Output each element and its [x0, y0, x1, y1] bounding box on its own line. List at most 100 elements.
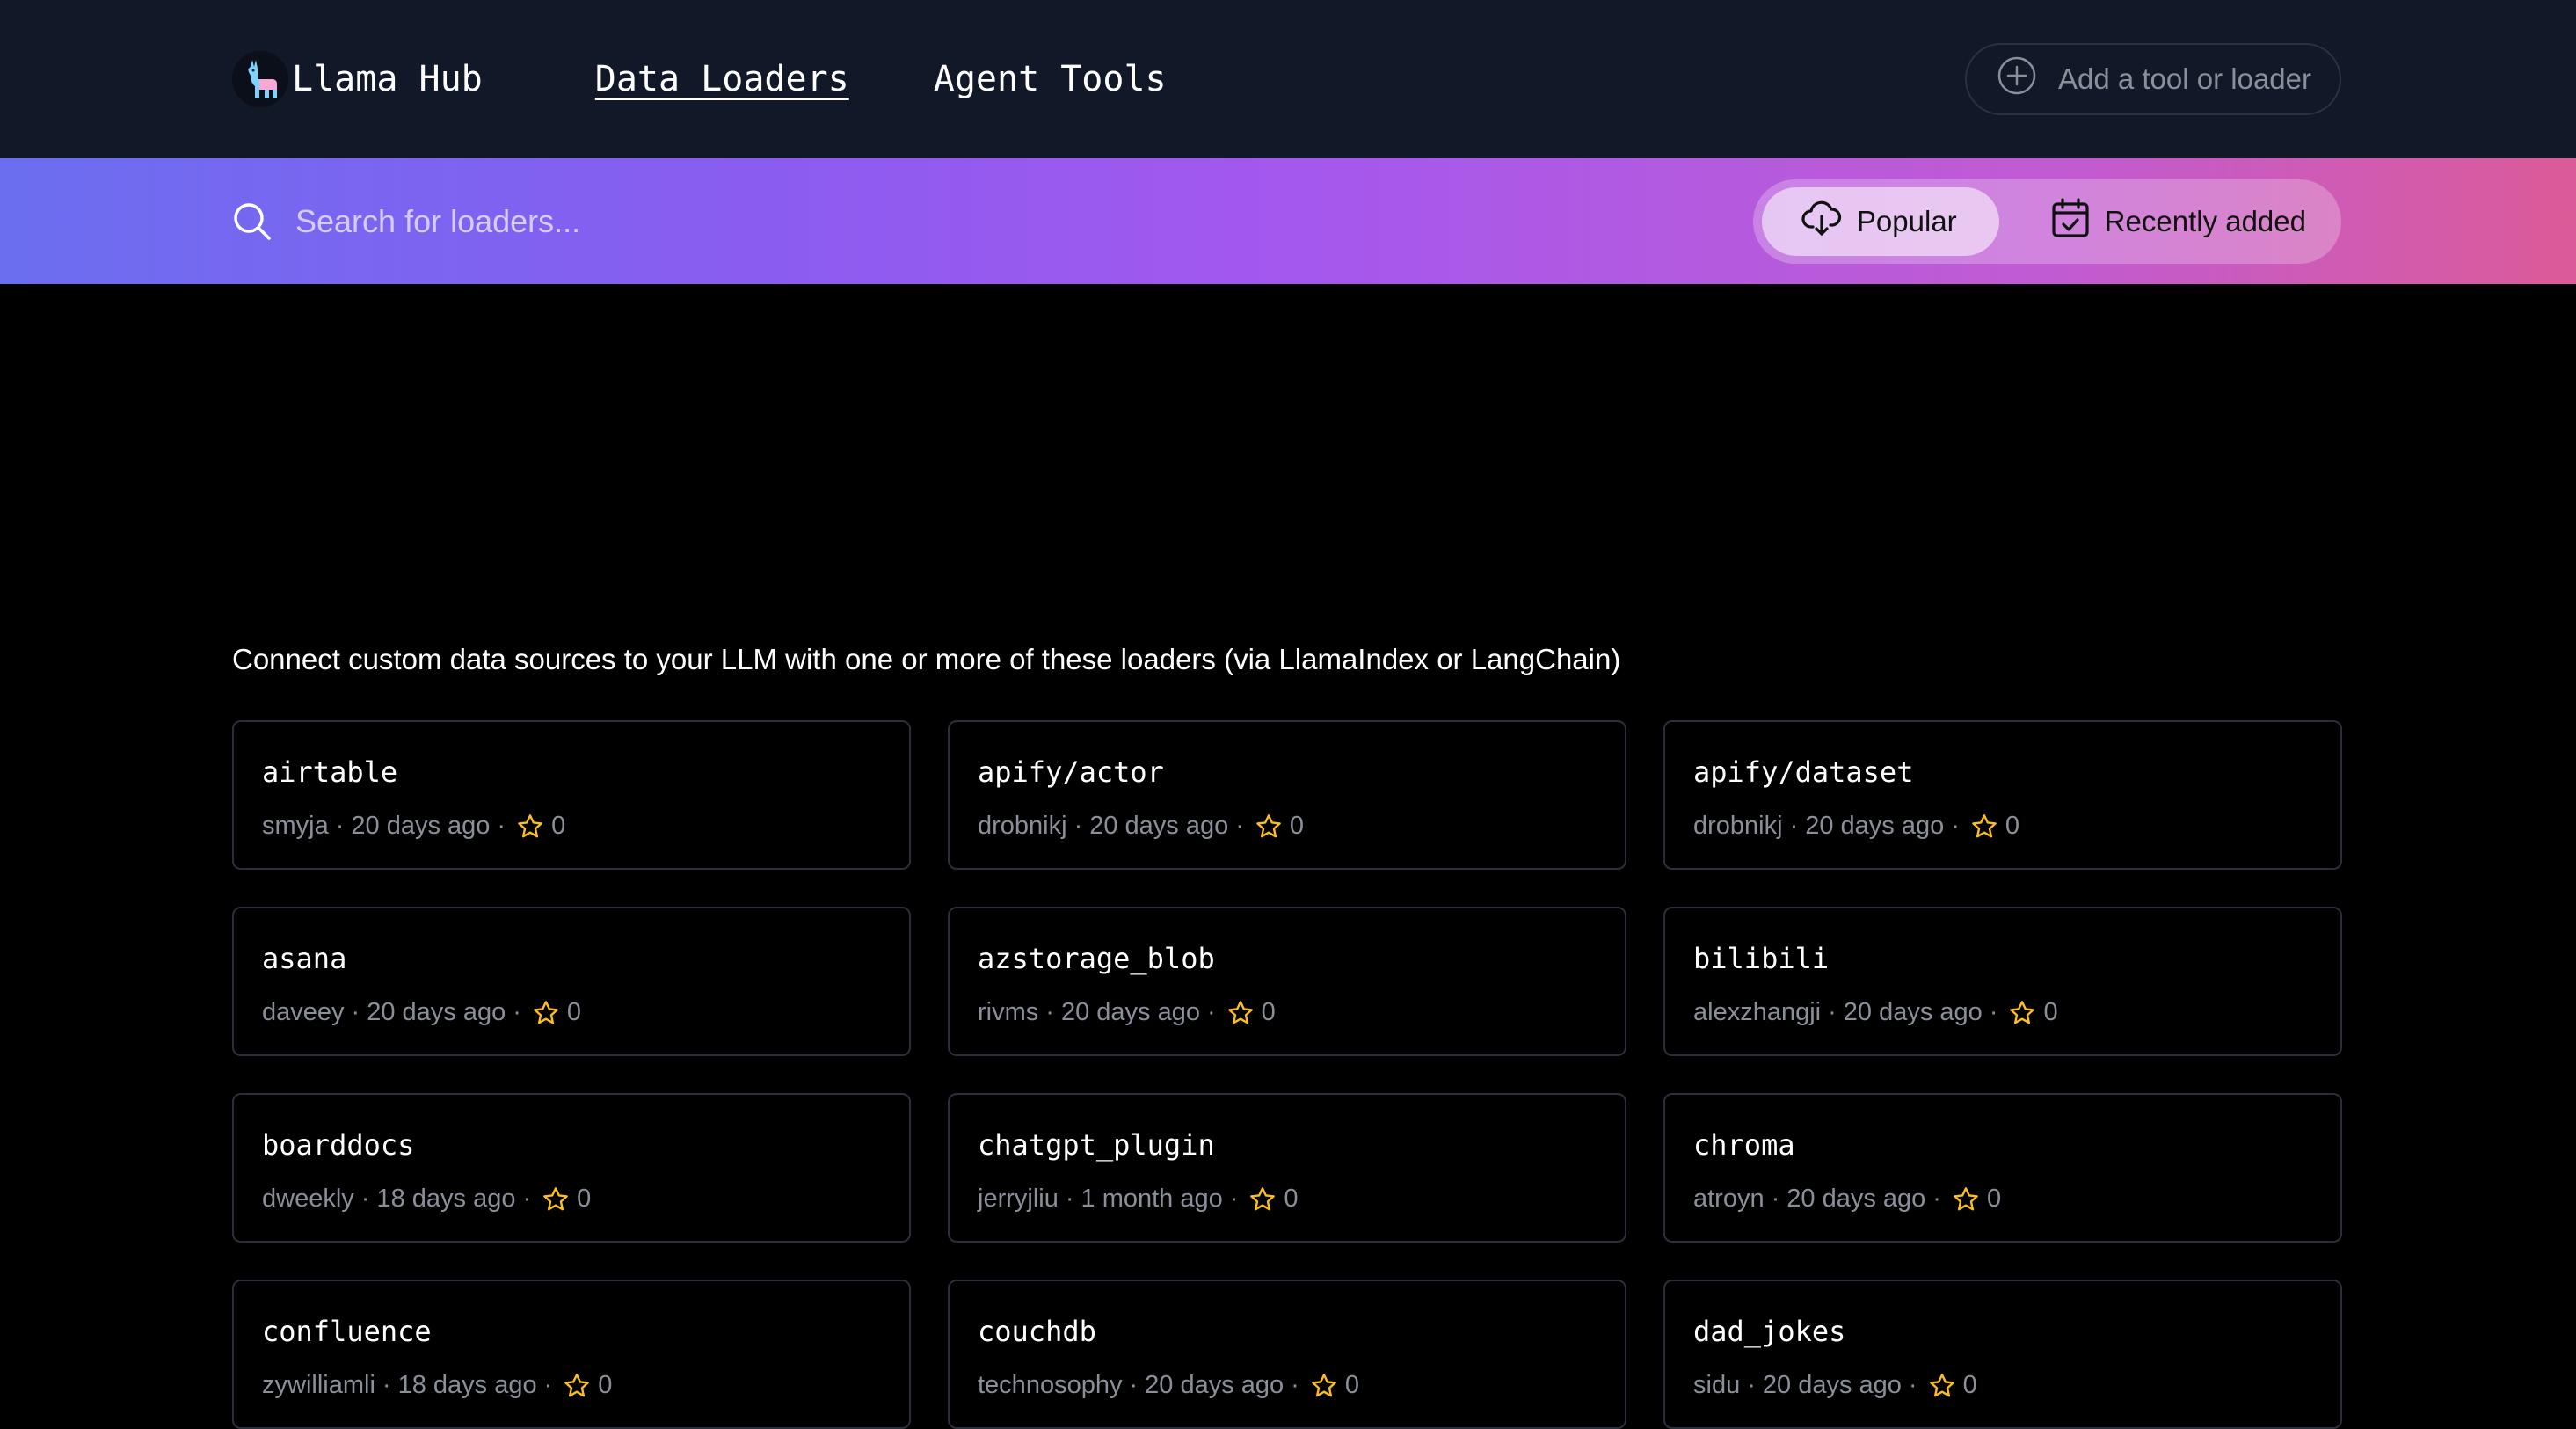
loader-name: chroma	[1693, 1128, 1795, 1162]
loader-author: jerryjliu	[978, 1185, 1059, 1213]
loader-card[interactable]: bilibili alexzhangji · 20 days ago · 0	[1663, 907, 2342, 1056]
loader-card[interactable]: confluence zywilliamli · 18 days ago · 0	[232, 1280, 911, 1429]
cloud-download-icon	[1801, 197, 1843, 246]
loader-card[interactable]: chatgpt_plugin jerryjliu · 1 month ago ·…	[948, 1093, 1626, 1243]
logo[interactable]: Llama Hub	[232, 51, 483, 107]
loader-stars: 0	[2043, 998, 2058, 1026]
meta-separator: ·	[382, 1371, 391, 1399]
star-icon	[542, 1185, 570, 1214]
loader-updated: 20 days ago	[1805, 812, 1945, 840]
loader-name: airtable	[262, 755, 398, 789]
loader-name: boarddocs	[262, 1128, 415, 1162]
nav-data-loaders[interactable]: Data Loaders	[595, 59, 849, 99]
add-tool-label: Add a tool or loader	[2057, 62, 2311, 95]
search-icon	[232, 200, 274, 243]
star-icon	[1970, 813, 1998, 841]
main-nav: Data Loaders Agent Tools	[595, 59, 1167, 99]
plus-circle-icon	[1997, 55, 2037, 103]
loader-meta: rivms · 20 days ago · 0	[978, 998, 1597, 1027]
loader-meta: sidu · 20 days ago · 0	[1693, 1371, 2312, 1400]
loader-updated: 1 month ago	[1081, 1185, 1223, 1213]
loader-name: bilibili	[1693, 942, 1830, 975]
loader-stars: 0	[1962, 1371, 1977, 1399]
loader-name: dad_jokes	[1693, 1315, 1846, 1348]
meta-separator: ·	[1235, 812, 1244, 840]
meta-separator: ·	[1129, 1371, 1139, 1399]
loader-author: rivms	[978, 998, 1039, 1026]
add-tool-button[interactable]: Add a tool or loader	[1964, 43, 2341, 115]
loader-meta: smyja · 20 days ago · 0	[262, 812, 881, 841]
loader-card[interactable]: dad_jokes sidu · 20 days ago · 0	[1663, 1280, 2342, 1429]
sort-recent-button[interactable]: Recently added	[2012, 187, 2332, 256]
loader-meta: dweekly · 18 days ago · 0	[262, 1185, 881, 1214]
sort-recent-label: Recently added	[2104, 204, 2306, 237]
meta-separator: ·	[1291, 1371, 1299, 1399]
loader-updated: 20 days ago	[1843, 998, 1983, 1026]
search-input[interactable]	[294, 201, 1528, 241]
meta-separator: ·	[1908, 1371, 1917, 1399]
header-container: Llama Hub Data Loaders Agent Tools Add a…	[232, 0, 2341, 158]
meta-separator: ·	[543, 1371, 553, 1399]
loader-card[interactable]: apify/dataset drobnikj · 20 days ago · 0	[1663, 720, 2342, 870]
sort-toggle: Popular Recently added	[1752, 179, 2341, 264]
loader-stars: 0	[598, 1371, 613, 1399]
loader-card[interactable]: asana daveey · 20 days ago · 0	[232, 907, 911, 1056]
loader-card[interactable]: airtable smyja · 20 days ago · 0	[232, 720, 911, 870]
loader-name: apify/actor	[978, 755, 1164, 789]
loader-stars: 0	[2005, 812, 2020, 840]
star-icon	[1310, 1372, 1338, 1400]
meta-separator: ·	[497, 812, 506, 840]
loader-name: couchdb	[978, 1315, 1096, 1348]
top-header: Llama Hub Data Loaders Agent Tools Add a…	[0, 0, 2576, 158]
loader-stars: 0	[1986, 1185, 2002, 1213]
llama-logo-icon	[232, 51, 288, 107]
loader-author: drobnikj	[978, 812, 1067, 840]
sort-popular-button[interactable]: Popular	[1761, 186, 1999, 256]
loader-updated: 18 days ago	[397, 1371, 537, 1399]
loader-meta: atroyn · 20 days ago · 0	[1693, 1185, 2312, 1214]
loader-author: technosophy	[978, 1371, 1123, 1399]
meta-separator: ·	[1747, 1371, 1756, 1399]
loader-author: dweekly	[262, 1185, 354, 1213]
meta-separator: ·	[1771, 1185, 1780, 1213]
star-icon	[1952, 1185, 1980, 1214]
meta-separator: ·	[360, 1185, 370, 1213]
loader-meta: drobnikj · 20 days ago · 0	[1693, 812, 2312, 841]
meta-separator: ·	[1989, 998, 1998, 1026]
star-icon	[1248, 1185, 1277, 1214]
loader-stars: 0	[577, 1185, 592, 1213]
loader-updated: 20 days ago	[367, 998, 506, 1026]
meta-separator: ·	[1045, 998, 1054, 1026]
logo-text: Llama Hub	[292, 59, 483, 99]
star-icon	[532, 999, 560, 1027]
loader-card[interactable]: couchdb technosophy · 20 days ago · 0	[948, 1280, 1626, 1429]
loader-author: atroyn	[1693, 1185, 1765, 1213]
loader-stars: 0	[1289, 812, 1305, 840]
loader-meta: daveey · 20 days ago · 0	[262, 998, 881, 1027]
meta-separator: ·	[1206, 998, 1216, 1026]
loader-name: confluence	[262, 1315, 432, 1348]
loader-meta: zywilliamli · 18 days ago · 0	[262, 1371, 881, 1400]
loader-card[interactable]: boarddocs dweekly · 18 days ago · 0	[232, 1093, 911, 1243]
meta-separator: ·	[1828, 998, 1837, 1026]
loader-updated: 20 days ago	[1060, 998, 1200, 1026]
search-container: Popular Recently added	[232, 158, 2341, 284]
star-icon	[2008, 999, 2036, 1027]
loader-card[interactable]: azstorage_blob rivms · 20 days ago · 0	[948, 907, 1626, 1056]
meta-separator: ·	[1065, 1185, 1074, 1213]
loader-updated: 20 days ago	[1089, 812, 1229, 840]
loader-name: chatgpt_plugin	[978, 1128, 1215, 1162]
loader-stars: 0	[1344, 1371, 1359, 1399]
search-bar: Popular Recently added	[0, 158, 2576, 284]
loader-card[interactable]: chroma atroyn · 20 days ago · 0	[1663, 1093, 2342, 1243]
loader-stars: 0	[566, 998, 582, 1026]
nav-agent-tools[interactable]: Agent Tools	[934, 59, 1167, 99]
meta-separator: ·	[1951, 812, 1960, 840]
calendar-check-icon	[2050, 197, 2091, 246]
meta-separator: ·	[335, 812, 345, 840]
loader-author: sidu	[1693, 1371, 1741, 1399]
loader-card[interactable]: apify/actor drobnikj · 20 days ago · 0	[948, 720, 1626, 870]
loader-author: zywilliamli	[262, 1371, 375, 1399]
loader-name: apify/dataset	[1693, 755, 1914, 789]
meta-separator: ·	[1789, 812, 1799, 840]
